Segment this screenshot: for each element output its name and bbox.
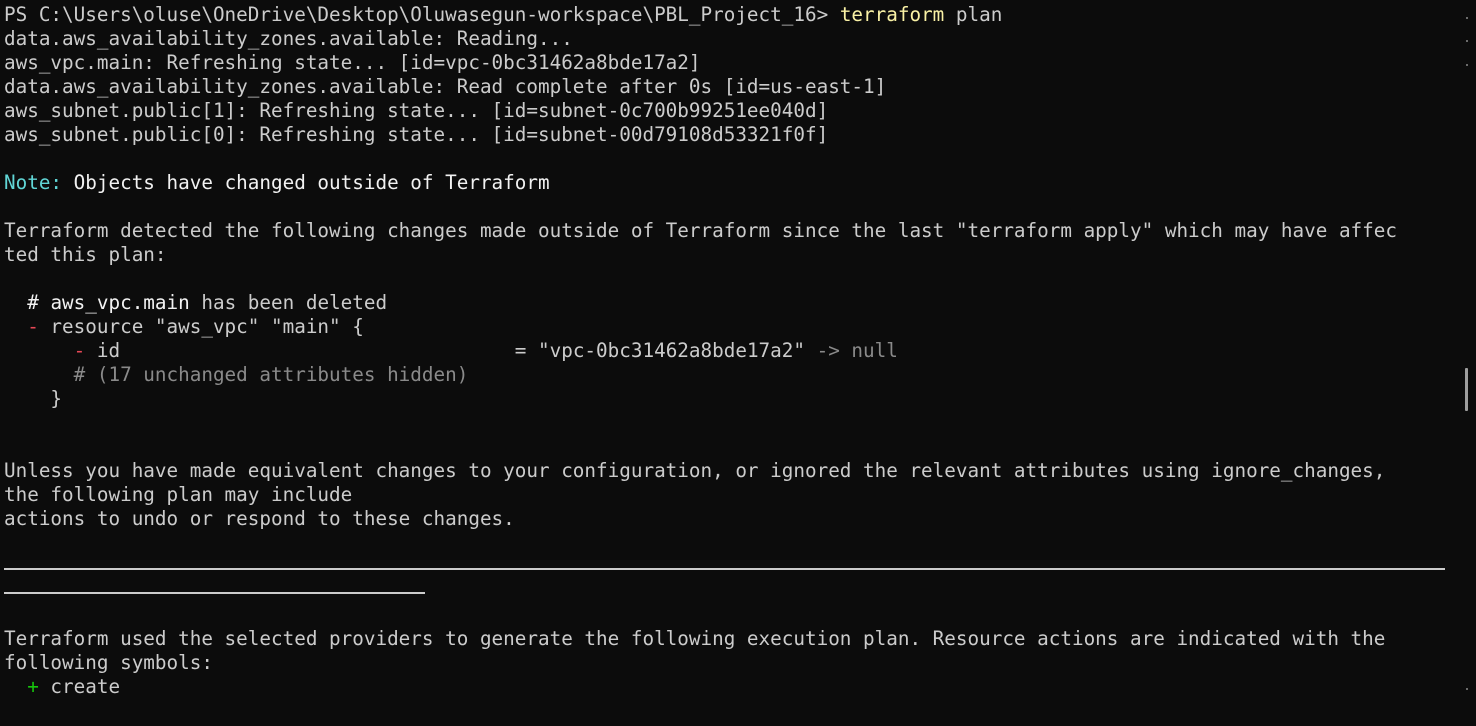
scroll-marker [1466, 688, 1468, 690]
scroll-marker [1466, 64, 1468, 66]
diff-attribute-arrow: -> null [805, 339, 898, 362]
output-line: aws_subnet.public[0]: Refreshing state..… [4, 123, 829, 146]
diff-resource-address: aws_vpc.main [50, 291, 190, 314]
diff-hidden-attrs: # (17 unchanged attributes hidden) [4, 363, 469, 386]
scroll-marker [1466, 17, 1468, 19]
scroll-thumb[interactable] [1465, 368, 1468, 411]
command-args: plan [944, 3, 1003, 26]
delete-symbol: - [73, 339, 86, 362]
delete-symbol: - [27, 315, 39, 338]
diff-resource-text: resource "aws_vpc" "main" { [38, 315, 364, 338]
output-line: actions to undo or respond to these chan… [4, 507, 515, 530]
output-line: Terraform used the selected providers to… [4, 627, 1386, 650]
note-line: Note: Objects have changed outside of Te… [4, 171, 1446, 195]
diff-comment: # aws_vpc.main has been deleted [4, 291, 1446, 315]
diff-attribute-name: id = [85, 339, 538, 362]
diff-resource-line: - resource "aws_vpc" "main" { [4, 315, 1446, 339]
output-line: the following plan may include [4, 483, 353, 506]
diff-comment-hash: # [4, 291, 51, 314]
diff-attribute-value: "vpc-0bc31462a8bde17a2" [538, 339, 805, 362]
diff-comment-text: has been deleted [189, 291, 388, 314]
command-name: terraform [839, 3, 945, 26]
horizontal-rule-continued [4, 579, 1446, 603]
output-line: Unless you have made equivalent changes … [4, 459, 1386, 482]
powershell-prompt: PS C:\Users\oluse\OneDrive\Desktop\Oluwa… [4, 3, 840, 26]
horizontal-rule [4, 555, 1446, 579]
diff-attribute-line: - id = "vpc-0bc31462a8bde17a2" -> null [4, 339, 1446, 363]
create-symbol: + [27, 675, 39, 698]
output-line: Terraform detected the following changes… [4, 219, 1397, 242]
create-symbol-line: + create [4, 675, 1446, 699]
terminal-output[interactable]: PS C:\Users\oluse\OneDrive\Desktop\Oluwa… [4, 3, 1446, 699]
output-line: aws_subnet.public[1]: Refreshing state..… [4, 99, 829, 122]
vertical-scrollbar[interactable] [1462, 0, 1470, 726]
output-line: aws_vpc.main: Refreshing state... [id=vp… [4, 51, 701, 74]
output-line: data.aws_availability_zones.available: R… [4, 75, 887, 98]
note-text: Objects have changed outside of Terrafor… [62, 171, 550, 194]
output-line: data.aws_availability_zones.available: R… [4, 27, 573, 50]
output-line: ted this plan: [4, 243, 167, 266]
note-label: Note: [4, 171, 63, 194]
output-line: following symbols: [4, 651, 213, 674]
command-line: PS C:\Users\oluse\OneDrive\Desktop\Oluwa… [4, 3, 1446, 27]
scroll-marker [1466, 40, 1468, 42]
diff-close-brace: } [4, 387, 63, 410]
create-label: create [38, 675, 121, 698]
